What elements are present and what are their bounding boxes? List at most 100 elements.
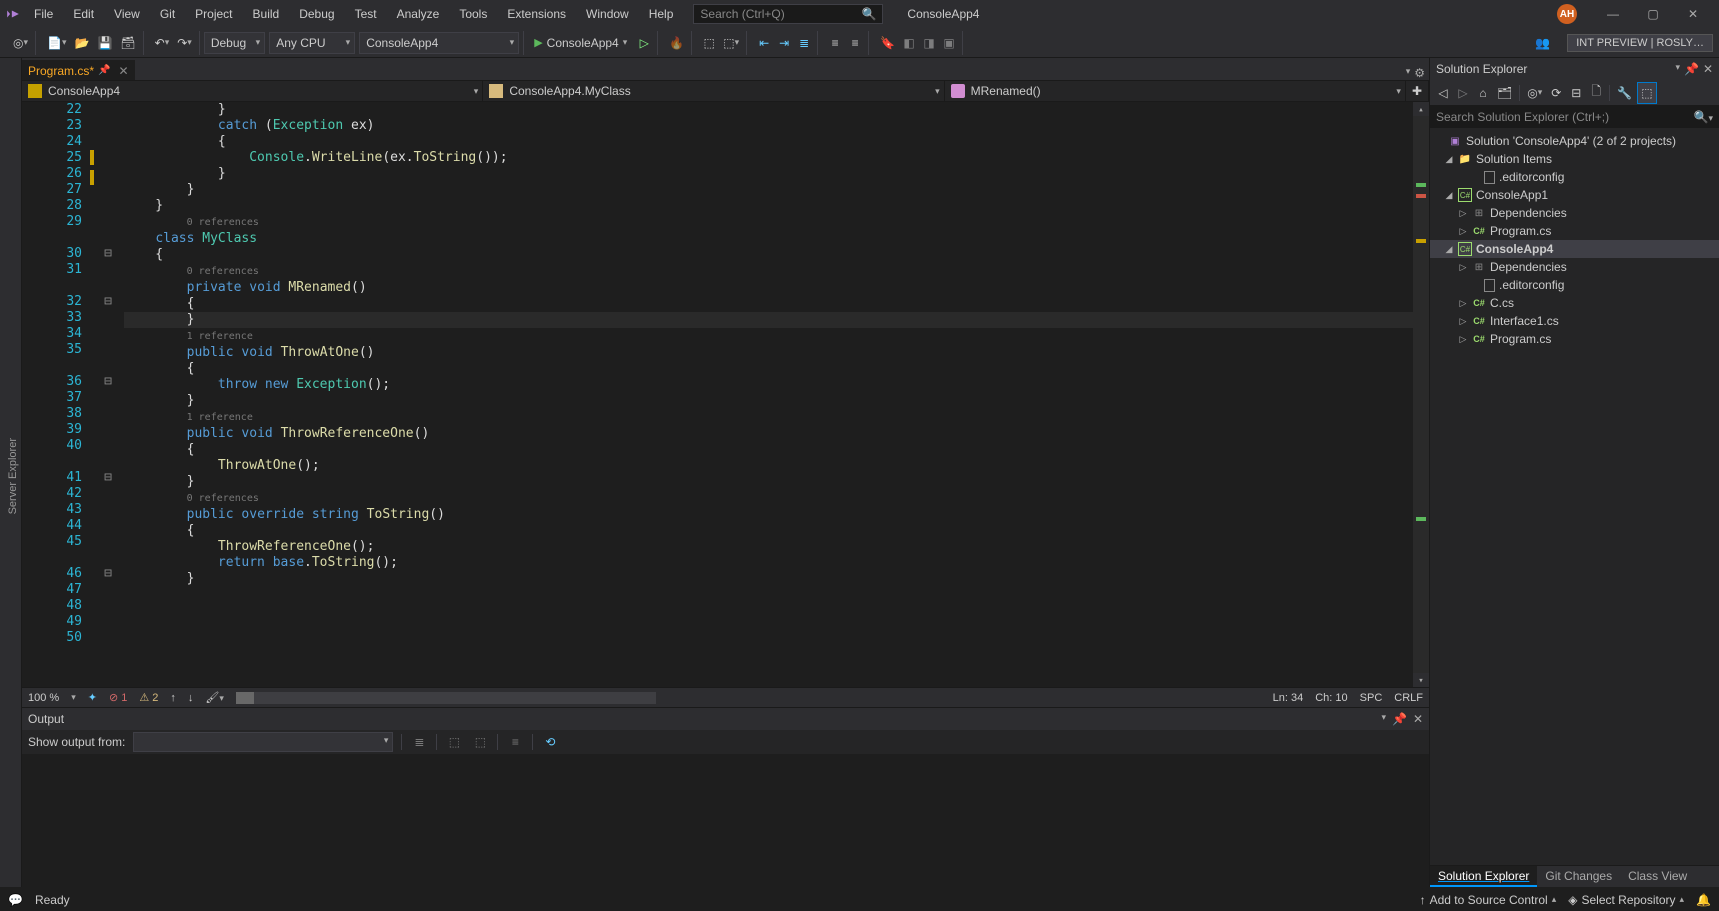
menu-extensions[interactable]: Extensions: [499, 3, 574, 25]
format-button[interactable]: ≣: [795, 32, 813, 54]
scroll-up-icon[interactable]: ▴: [1413, 102, 1429, 116]
platform-dropdown[interactable]: Any CPU: [269, 32, 355, 54]
menu-file[interactable]: File: [26, 3, 61, 25]
output-toggle-1[interactable]: ⬚: [445, 731, 463, 753]
se-sync-button[interactable]: ◎▾: [1524, 82, 1545, 104]
solution-tree[interactable]: ▣Solution 'ConsoleApp4' (2 of 2 projects…: [1430, 128, 1719, 865]
tab-overflow-icon[interactable]: ▾: [1406, 66, 1411, 80]
bookmark-clear[interactable]: ▣: [940, 32, 958, 54]
uncomment-button[interactable]: ≡: [846, 32, 864, 54]
se-preview-button[interactable]: ⬚: [1637, 82, 1656, 104]
se-collapse-button[interactable]: ⊟: [1567, 82, 1585, 104]
tree-solution-items[interactable]: ◢📁Solution Items: [1430, 150, 1719, 168]
se-home-button[interactable]: ⌂: [1474, 82, 1492, 104]
menu-edit[interactable]: Edit: [65, 3, 102, 25]
tree-editorconfig-2[interactable]: .editorconfig: [1430, 276, 1719, 294]
step-button-2[interactable]: ⬚▾: [720, 32, 742, 54]
horizontal-scrollbar[interactable]: [236, 692, 656, 704]
startup-project-dropdown[interactable]: ConsoleApp4: [359, 32, 519, 54]
menu-window[interactable]: Window: [578, 3, 637, 25]
new-item-button[interactable]: 📄▾: [44, 32, 69, 54]
menu-help[interactable]: Help: [641, 3, 682, 25]
health-icon[interactable]: ✦: [88, 691, 97, 704]
menu-analyze[interactable]: Analyze: [389, 3, 448, 25]
tree-project-1[interactable]: ◢C#ConsoleApp1: [1430, 186, 1719, 204]
menu-project[interactable]: Project: [187, 3, 240, 25]
line-ending[interactable]: CRLF: [1394, 692, 1423, 704]
vertical-scrollbar[interactable]: ▴ ▾: [1413, 102, 1429, 687]
add-source-control-button[interactable]: ↑ Add to Source Control ▴: [1420, 893, 1557, 907]
se-fwd-button[interactable]: ▷: [1454, 82, 1472, 104]
scroll-down-icon[interactable]: ▾: [1413, 673, 1429, 687]
notifications-icon[interactable]: 🔔: [1696, 893, 1711, 907]
preview-channel-button[interactable]: INT PREVIEW | ROSLY…: [1567, 34, 1713, 52]
save-all-button[interactable]: 🗃: [117, 32, 138, 54]
step-button-1[interactable]: ⬚: [700, 32, 718, 54]
tree-interface1[interactable]: ▷C#Interface1.cs: [1430, 312, 1719, 330]
nav-member-dropdown[interactable]: MRenamed(): [945, 81, 1406, 101]
indent-mode[interactable]: SPC: [1360, 692, 1383, 704]
panel-pin-icon[interactable]: 📌: [1392, 712, 1407, 726]
indent-button[interactable]: ⇤: [755, 32, 773, 54]
bookmark-button[interactable]: 🔖: [877, 32, 898, 54]
bookmark-nav[interactable]: ◧: [900, 32, 918, 54]
live-share-button[interactable]: 👥: [1532, 32, 1553, 54]
minimize-button[interactable]: ―: [1593, 2, 1633, 26]
output-find-button[interactable]: ⟲: [541, 731, 559, 753]
panel-close-icon[interactable]: ✕: [1703, 62, 1713, 76]
menu-debug[interactable]: Debug: [291, 3, 342, 25]
tab-settings-icon[interactable]: ⚙: [1414, 66, 1425, 80]
menu-test[interactable]: Test: [347, 3, 385, 25]
maximize-button[interactable]: ▢: [1633, 2, 1673, 26]
comment-button[interactable]: ≡: [826, 32, 844, 54]
se-show-all-button[interactable]: 🗋: [1587, 82, 1605, 104]
tree-solution-node[interactable]: ▣Solution 'ConsoleApp4' (2 of 2 projects…: [1430, 132, 1719, 150]
nav-project-dropdown[interactable]: ConsoleApp4: [22, 81, 483, 101]
pin-icon[interactable]: 📌: [98, 65, 110, 76]
feedback-icon[interactable]: 💬: [8, 893, 23, 907]
warning-count[interactable]: ⚠ 2: [139, 691, 158, 704]
nav-down-icon[interactable]: ↓: [188, 692, 194, 704]
se-switch-view-button[interactable]: 🗂: [1494, 82, 1515, 104]
back-nav-button[interactable]: ◎ ▾: [10, 32, 31, 54]
output-text-area[interactable]: [22, 754, 1429, 887]
panel-close-icon[interactable]: ✕: [1413, 712, 1423, 726]
overview-ruler[interactable]: [1413, 116, 1429, 673]
bookmark-nav2[interactable]: ◨: [920, 32, 938, 54]
menu-view[interactable]: View: [106, 3, 148, 25]
code-text[interactable]: } catch (Exception ex) { Console.WriteLi…: [116, 102, 1413, 687]
solution-explorer-search[interactable]: Search Solution Explorer (Ctrl+;) 🔍▾: [1430, 106, 1719, 128]
server-explorer-tab[interactable]: Server Explorer: [5, 432, 21, 520]
fold-gutter[interactable]: ⊟ ⊟ ⊟ ⊟ ⊟: [100, 102, 116, 687]
tree-project-2[interactable]: ◢C#ConsoleApp4: [1430, 240, 1719, 258]
zoom-level[interactable]: 100 %: [28, 692, 59, 704]
user-avatar[interactable]: AH: [1557, 4, 1577, 24]
brush-icon[interactable]: 🖌▾: [205, 691, 224, 704]
tab-git-changes[interactable]: Git Changes: [1537, 866, 1620, 887]
file-tab-program[interactable]: Program.cs* 📌 ✕: [22, 60, 135, 80]
se-back-button[interactable]: ◁: [1434, 82, 1452, 104]
start-debug-button[interactable]: ▶ConsoleApp4 ▾: [528, 32, 633, 54]
outdent-button[interactable]: ⇥: [775, 32, 793, 54]
undo-button[interactable]: ↶ ▾: [152, 32, 173, 54]
output-toggle-2[interactable]: ⬚: [471, 731, 489, 753]
code-editor[interactable]: 22 23 24 25 26 27 28 29 30 31 32 33 34 3…: [22, 102, 1429, 687]
output-wrap-button[interactable]: ≡: [506, 731, 524, 753]
output-source-dropdown[interactable]: [133, 732, 393, 752]
tree-program-2[interactable]: ▷C#Program.cs: [1430, 330, 1719, 348]
save-button[interactable]: 💾: [94, 32, 115, 54]
se-properties-button[interactable]: 🔧: [1614, 82, 1635, 104]
menu-build[interactable]: Build: [245, 3, 288, 25]
panel-pin-icon[interactable]: 📌: [1684, 62, 1699, 76]
panel-menu-icon[interactable]: ▾: [1675, 62, 1680, 76]
configuration-dropdown[interactable]: Debug: [204, 32, 265, 54]
tree-program-1[interactable]: ▷C#Program.cs: [1430, 222, 1719, 240]
select-repository-button[interactable]: ◈ Select Repository ▴: [1568, 893, 1684, 907]
redo-button[interactable]: ↷ ▾: [174, 32, 195, 54]
panel-dropdown-icon[interactable]: ▾: [1381, 712, 1386, 726]
hot-reload-button[interactable]: 🔥: [666, 32, 687, 54]
menu-tools[interactable]: Tools: [451, 3, 495, 25]
tab-class-view[interactable]: Class View: [1620, 866, 1695, 887]
nav-up-icon[interactable]: ↑: [170, 692, 176, 704]
split-editor-button[interactable]: ✚: [1406, 81, 1429, 101]
